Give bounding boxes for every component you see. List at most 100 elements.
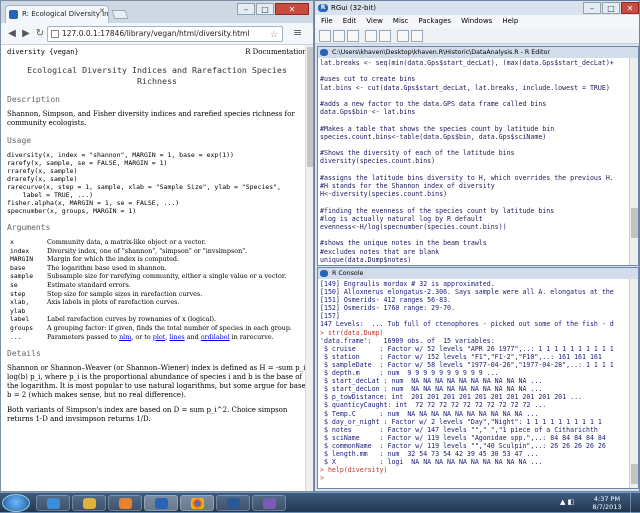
rgui-close-button[interactable]: ✕ [621,2,639,14]
menu-view[interactable]: View [366,15,383,28]
show-desktop-button[interactable] [630,493,640,513]
argument-row: xlab, ylab Axis labels in plots of rarefa… [10,298,292,315]
taskbar-explorer-icon[interactable] [72,495,106,511]
back-arrow-icon[interactable]: ◀ [5,27,19,41]
browser-tab[interactable]: R: Ecological Diversity Ind [5,5,109,23]
description-text: Shannon, Simpson, and Fisher diversity i… [7,110,295,127]
argument-row: label Label rarefaction curves by rowname… [10,315,292,324]
bookmark-star-icon[interactable]: ☆ [270,28,278,42]
link-plot[interactable]: plot [153,333,166,341]
link-nlm[interactable]: nlm [119,333,131,341]
taskbar-word-icon[interactable] [216,495,250,511]
rgui-minimize-button[interactable]: – [583,2,601,14]
details-text-2: Both variants of Simpson's index are bas… [7,406,288,424]
run-all-icon[interactable] [379,30,391,42]
console-output[interactable]: [149] Engraulis mordax # 32 is approxima… [320,280,630,488]
console-line: $ start_decLat : num NA NA NA NA NA NA N… [320,377,543,386]
details-text: Shannon or Shannon–Weaver (or Shannon–Wi… [7,364,306,400]
browser-menu-icon[interactable]: ≡ [293,26,302,39]
package-label: diversity {vegan} [7,48,79,56]
editor-scrollbar-thumb[interactable] [631,208,638,238]
editor-title-bar: C:\Users\khaven\Desktop\khaven.R\Histori… [318,47,638,58]
tab-title: R: Ecological Diversity Ind [22,10,109,18]
save-icon[interactable] [347,30,359,42]
forward-arrow-icon[interactable]: ▶ [19,27,33,41]
r-favicon-icon [9,10,18,19]
argument-name: xlab, ylab [10,298,30,315]
page-scrollbar-thumb[interactable] [307,47,313,167]
taskbar-app-icon[interactable] [252,495,286,511]
description-heading: Description [7,95,60,104]
rgui-maximize-button[interactable]: □ [602,2,620,14]
console-line: $ length.mm : num 32 54 73 54 42 39 45 3… [320,449,539,458]
page-scrollbar[interactable] [305,45,313,491]
argument-desc: Community data, a matrix-like object or … [47,238,206,246]
menu-edit[interactable]: Edit [343,15,357,28]
link-ordilabel[interactable]: ordilabel [201,333,230,341]
reload-icon[interactable]: ↻ [33,27,47,41]
argument-name: se [10,280,18,289]
tray-arrow-icon[interactable]: ▲ ◧ [560,498,574,506]
address-bar[interactable]: 127.0.0.1:17846/library/vegan/html/diver… [47,26,283,42]
argument-row: se Estimate standard errors. [10,281,292,290]
print-icon[interactable] [411,30,423,42]
editor-code-area[interactable]: lat.breaks <- seq(min(data.Gps$start_dec… [320,59,630,265]
browser-minimize-button[interactable]: – [237,3,255,15]
arguments-heading: Arguments [7,223,51,232]
run-line-icon[interactable] [365,30,377,42]
taskbar: ▲ ◧ 4:37 PM 8/7/2013 [0,492,640,513]
console-line: $ cruise : Factor w/ 52 levels "APR 26 1… [320,344,614,353]
r-console-icon [320,270,328,277]
tab-close-icon[interactable]: ✕ [99,7,105,15]
menu-packages[interactable]: Packages [418,15,451,28]
argument-name: MARGIN [10,255,34,264]
taskbar-r-icon[interactable] [144,495,178,511]
page-title: Ecological Diversity Indices and Rarefac… [27,65,287,86]
argument-desc: Estimate standard errors. [47,280,131,289]
console-title: R Console [332,270,364,277]
browser-window: R: Ecological Diversity Ind ✕ – □ ✕ ◀ ▶ … [0,0,314,492]
console-line: > help(diversity) [320,466,388,475]
console-line: [152] Osmerids- 1760 range: 29-70. [320,304,455,313]
new-tab-button[interactable] [111,10,129,19]
editor-scrollbar[interactable] [629,58,638,265]
taskbar-ie-icon[interactable] [36,495,70,511]
menu-help[interactable]: Help [502,15,518,28]
start-button[interactable] [2,494,30,512]
browser-close-button[interactable]: ✕ [275,3,309,15]
argument-name: x [10,238,14,246]
open-script-icon[interactable] [319,30,331,42]
browser-maximize-button[interactable]: □ [256,3,274,15]
dots-text: in rarecurve. [229,332,274,341]
argument-desc: A grouping factor: if given, finds the t… [47,323,292,332]
console-line: 147 Levels: ... Tub full of ctenophores … [320,320,614,329]
doc-label: R Documentation [245,48,307,56]
clock[interactable]: 4:37 PM 8/7/2013 [586,495,628,511]
taskbar-media-icon[interactable] [108,495,142,511]
argument-desc: Step size for sample sizes in rarefactio… [47,289,203,298]
argument-name: label [10,315,30,324]
return-to-console-icon[interactable] [397,30,409,42]
console-scrollbar-thumb[interactable] [631,464,638,484]
menu-file[interactable]: File [321,15,333,28]
argument-row: base The logarithm base used in shannon. [10,264,292,273]
link-lines[interactable]: lines [169,333,184,341]
console-scrollbar[interactable] [629,279,638,488]
console-title-bar: R Console [318,268,638,279]
argument-name: index [10,246,30,255]
url-text: 127.0.0.1:17846/library/vegan/html/diver… [62,29,250,38]
console-line: [150] Alloxnerus elongatus-2.306. Says s… [320,288,614,297]
argument-row: groups A grouping factor: if given, finds… [10,324,292,333]
argument-row: MARGIN Margin for which the index is comp… [10,255,292,264]
clock-date: 8/7/2013 [592,503,622,511]
rgui-title: RGui (32-bit) [331,4,376,12]
console-line: $ Temp.C : num NA NA NA NA NA NA NA NA N… [320,409,539,418]
taskbar-chrome-icon[interactable] [180,495,214,511]
rgui-toolbar [315,28,639,44]
argument-row: index Diversity index, one of "shannon", … [10,247,292,256]
load-workspace-icon[interactable] [333,30,345,42]
console-line: $ sciName : Factor w/ 119 levels "Agonid… [320,433,606,442]
menu-misc[interactable]: Misc [393,15,408,28]
dots-text: , or to [131,332,153,341]
menu-windows[interactable]: Windows [461,15,492,28]
